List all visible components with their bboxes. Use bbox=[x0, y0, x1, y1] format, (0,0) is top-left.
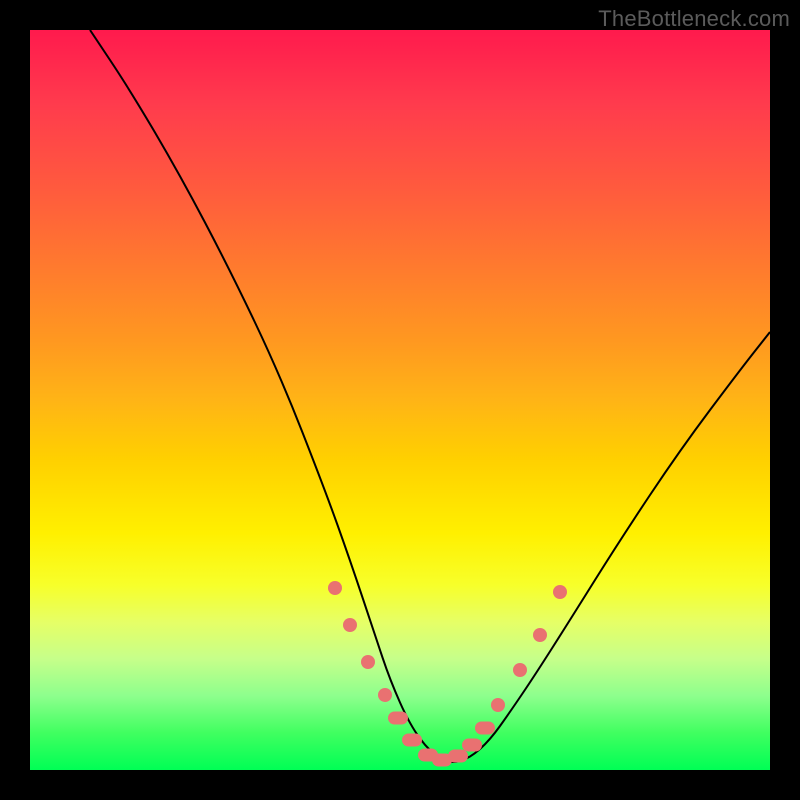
marker-dot bbox=[533, 628, 547, 642]
marker-pill bbox=[402, 734, 422, 747]
chart-frame: TheBottleneck.com bbox=[0, 0, 800, 800]
marker-pill bbox=[448, 750, 468, 763]
marker-dot bbox=[328, 581, 342, 595]
marker-dot bbox=[361, 655, 375, 669]
marker-pill bbox=[475, 722, 495, 735]
curve-layer bbox=[30, 30, 770, 770]
plot-area bbox=[30, 30, 770, 770]
marker-group bbox=[328, 581, 567, 767]
marker-dot bbox=[378, 688, 392, 702]
marker-dot bbox=[491, 698, 505, 712]
marker-pill bbox=[462, 739, 482, 752]
watermark-text: TheBottleneck.com bbox=[598, 6, 790, 32]
marker-dot bbox=[553, 585, 567, 599]
marker-dot bbox=[513, 663, 527, 677]
marker-pill bbox=[388, 712, 408, 725]
bottleneck-curve bbox=[90, 30, 770, 762]
marker-dot bbox=[343, 618, 357, 632]
